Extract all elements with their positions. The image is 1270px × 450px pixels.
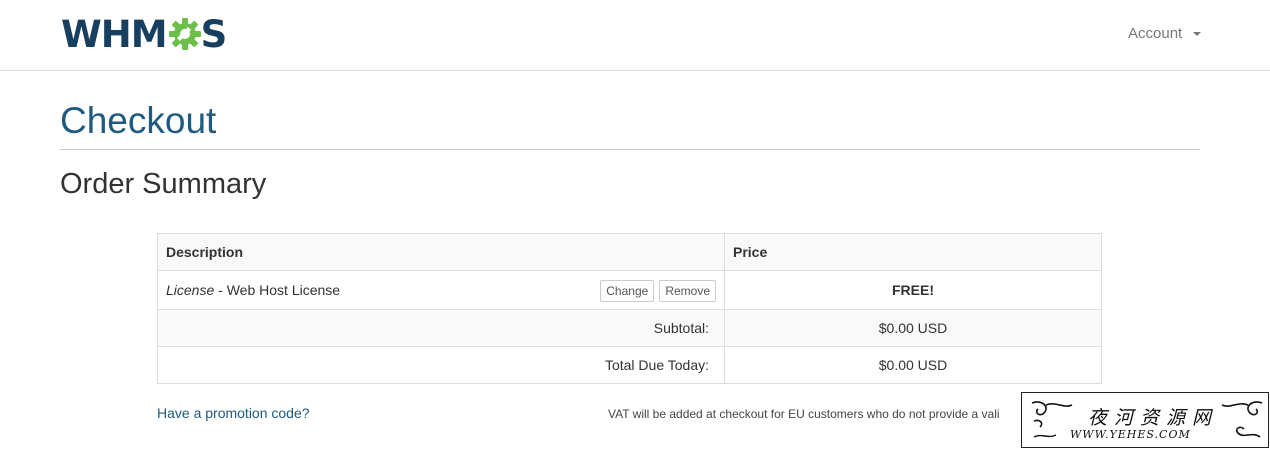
- item-description-cell: License - Web Host License Change Remove: [157, 270, 725, 310]
- table-row: License - Web Host License Change Remove…: [157, 270, 1102, 310]
- table-header-row: Description Price: [157, 233, 1102, 271]
- subtotal-row: Subtotal: $0.00 USD: [157, 309, 1102, 347]
- item-name: License - Web Host License: [166, 282, 340, 298]
- price-header: Price: [724, 233, 1102, 271]
- top-navbar: WHM S Account: [0, 0, 1270, 71]
- item-separator: -: [214, 282, 227, 298]
- title-divider: [60, 149, 1200, 150]
- item-actions: Change Remove: [600, 280, 716, 302]
- total-row: Total Due Today: $0.00 USD: [157, 346, 1102, 384]
- remove-button[interactable]: Remove: [659, 280, 716, 302]
- watermark-url: WWW.YEHES.COM: [1070, 428, 1191, 441]
- subtotal-value: $0.00 USD: [724, 309, 1102, 347]
- whmcs-logo[interactable]: WHM S: [61, 12, 228, 56]
- account-menu[interactable]: Account: [1128, 25, 1202, 42]
- vat-note: VAT will be added at checkout for EU cus…: [608, 407, 1000, 421]
- logo-text-left: WHM: [61, 12, 168, 56]
- order-summary-table: Description Price License - Web Host Lic…: [157, 233, 1102, 384]
- item-price: FREE!: [724, 270, 1102, 310]
- watermark-chinese-text: 夜河资源网: [1088, 407, 1219, 429]
- caret-down-icon: [1193, 31, 1202, 36]
- item-product-name: License: [166, 282, 215, 298]
- promotion-code-link[interactable]: Have a promotion code?: [157, 405, 310, 421]
- watermark-stamp: 夜河资源网 WWW.YEHES.COM: [1021, 392, 1269, 448]
- total-label: Total Due Today:: [157, 346, 725, 384]
- change-button[interactable]: Change: [600, 280, 655, 302]
- logo-text-right: S: [200, 12, 228, 56]
- account-label: Account: [1128, 25, 1183, 42]
- section-title: Order Summary: [60, 168, 267, 200]
- ornament-right-icon: [1221, 401, 1263, 438]
- item-product-detail: Web Host License: [226, 282, 341, 298]
- page-title: Checkout: [60, 100, 217, 141]
- subtotal-label: Subtotal:: [157, 309, 725, 347]
- total-value: $0.00 USD: [724, 346, 1102, 384]
- gear-icon: [168, 18, 201, 50]
- description-header: Description: [157, 233, 725, 271]
